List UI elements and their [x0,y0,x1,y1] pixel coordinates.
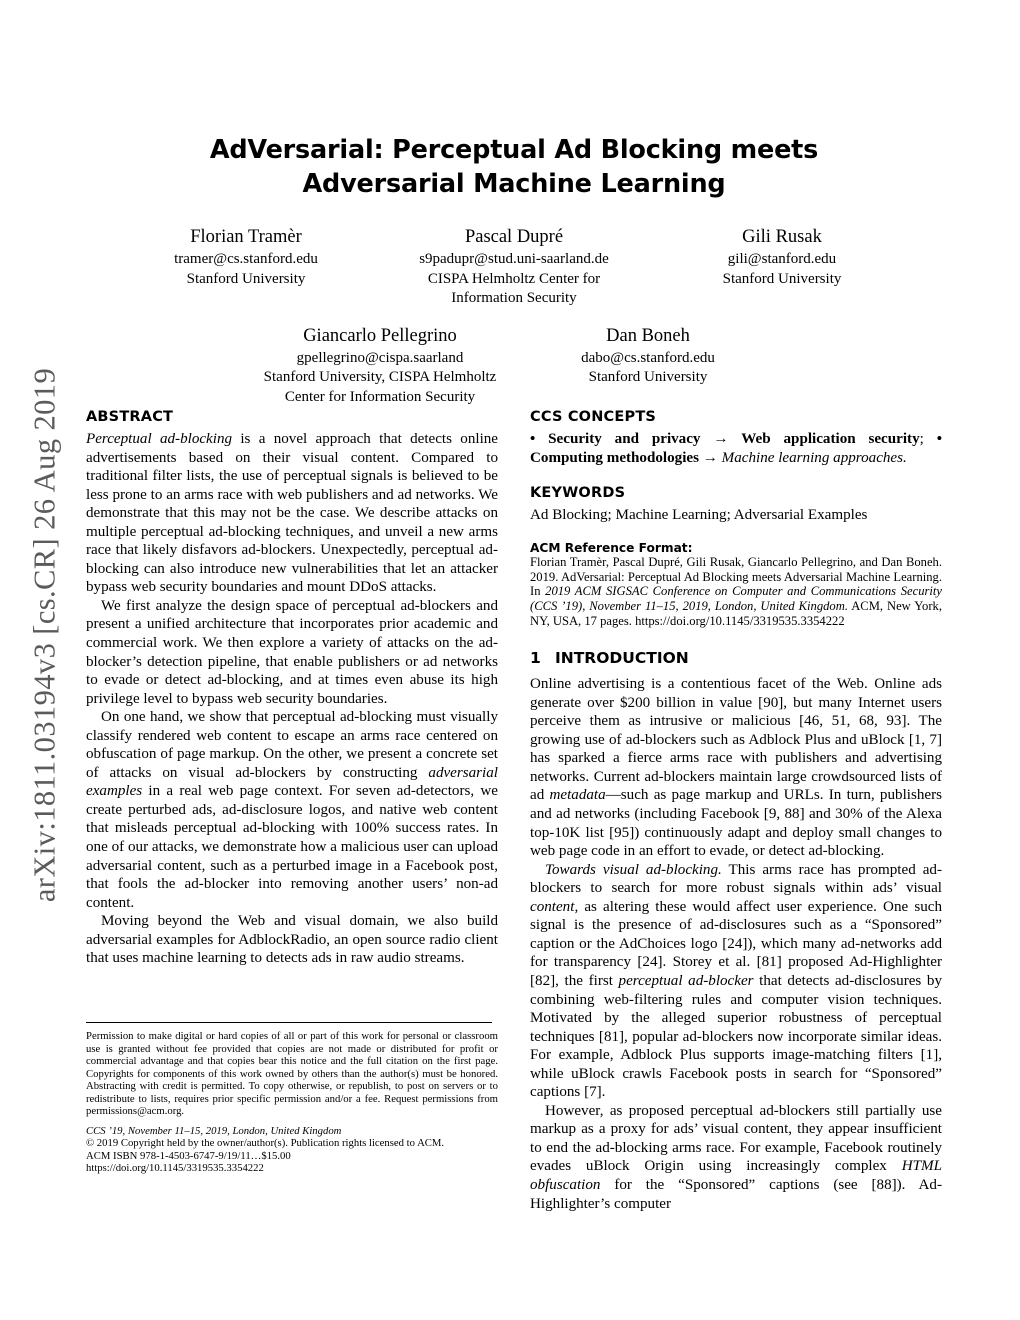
ccs-part-2: Web application security [741,431,920,447]
paper-page: AdVersarial: Perceptual Ad Blocking meet… [86,0,942,1320]
author-row-primary: Florian Tramèr tramer@cs.stanford.edu St… [86,225,942,309]
ccs-part-1: Security and privacy [548,431,701,447]
abstract-paragraph-1: Perceptual ad-blocking is a novel approa… [86,430,498,597]
left-column: ABSTRACT Perceptual ad-blocking is a nov… [86,408,498,968]
abstract-paragraph-4: Moving beyond the Web and visual domain,… [86,913,498,967]
introduction-paragraph-3: However, as proposed perceptual ad-block… [530,1102,942,1213]
ccs-arrow-2: → [702,449,718,466]
author-affiliation: CISPA Helmholtz Center for [427,270,601,287]
author-block: Florian Tramèr tramer@cs.stanford.edu St… [112,225,380,289]
arxiv-stamp: arXiv:1811.03194v3 [cs.CR] 26 Aug 2019 [0,0,90,1320]
acm-reference-format: ACM Reference Format: Florian Tramèr, Pa… [530,541,942,629]
introduction-heading: 1 INTRODUCTION [530,648,942,669]
author-affiliation-cont: Information Security [451,290,577,306]
author-email: dabo@cs.stanford.edu [581,349,715,366]
ccs-concepts-heading: CCS CONCEPTS [530,409,657,425]
author-name: Gili Rusak [742,227,822,247]
page-title: AdVersarial: Perceptual Ad Blocking meet… [194,133,834,201]
page-title-line-2: Adversarial Machine Learning [302,169,726,199]
ccs-semicolon: ; [919,431,924,447]
intro-p3-a: However, as proposed perceptual ad-block… [530,1102,942,1175]
author-block: Gili Rusak gili@stanford.edu Stanford Un… [648,225,916,289]
author-block: Pascal Dupré s9padupr@stud.uni-saarland.… [380,225,648,309]
copyright-isbn: ACM ISBN 978-1-4503-6747-9/19/11…$15.00 [86,1149,291,1162]
introduction-paragraph-1: Online advertising is a contentious face… [530,675,942,860]
copyright-divider [86,1022,492,1023]
right-column: CCS CONCEPTS • Security and privacy → We… [530,408,942,1213]
author-row-secondary: Giancarlo Pellegrino gpellegrino@cispa.s… [86,324,942,408]
author-name: Florian Tramèr [190,227,302,247]
keywords-text: Ad Blocking; Machine Learning; Adversari… [530,507,868,524]
abstract-p3-b: in a real web page context. For seven ad… [86,783,498,911]
author-affiliation: Stanford University [588,369,708,385]
copyright-footnote: Permission to make digital or hard copie… [86,1022,498,1175]
acm-reference-heading: ACM Reference Format: [530,540,693,555]
author-affiliation: Stanford University [186,270,306,287]
intro-p2-lead-italic: Towards visual ad-blocking. [545,861,722,878]
copyright-doi: https://doi.org/10.1145/3319535.3354222 [86,1162,264,1175]
arxiv-stamp-text: arXiv:1811.03194v3 [cs.CR] 26 Aug 2019 [27,367,62,903]
introduction-paragraph-2: Towards visual ad-blocking. This arms ra… [530,861,942,1102]
introduction-section-number: 1 [530,649,541,668]
ccs-part-3: Computing methodologies [530,449,699,466]
author-email: gpellegrino@cispa.saarland [296,349,464,366]
ccs-part-4: Machine learning approaches. [721,449,907,466]
abstract-lead-italic: Perceptual ad-blocking [86,431,233,447]
author-name: Pascal Dupré [464,227,564,247]
abstract-heading: ABSTRACT [86,409,174,425]
author-email: s9padupr@stud.uni-saarland.de [419,251,609,267]
author-affiliation: Stanford University [722,270,842,287]
ccs-bullet-1: • [530,431,536,447]
abstract-paragraph-3: On one hand, we show that perceptual ad-… [86,708,498,912]
intro-p2-c: that detects ad-disclosures by combining… [530,972,943,1101]
ccs-arrow-1: → [713,431,729,447]
author-name: Giancarlo Pellegrino [303,325,457,346]
intro-p1-italic: metadata [549,787,606,804]
author-affiliation-cont: Center for Information Security [284,388,476,405]
author-block: Giancarlo Pellegrino gpellegrino@cispa.s… [246,324,514,408]
author-block: Dan Boneh dabo@cs.stanford.edu Stanford … [514,324,782,388]
intro-p2-italic-2: content [530,898,575,915]
copyright-permission-text: Permission to make digital or hard copie… [86,1030,498,1118]
abstract-paragraph-1-rest: is a novel approach that detects online … [86,431,499,596]
author-name: Dan Boneh [606,325,690,346]
author-email: gili@stanford.edu [727,251,837,267]
author-affiliation: Stanford University, CISPA Helmholtz [263,369,497,385]
intro-p2-italic-3: perceptual ad-blocker [618,972,754,989]
keywords-heading: KEYWORDS [530,485,626,502]
copyright-venue: CCS ’19, November 11–15, 2019, London, U… [86,1124,342,1137]
ccs-bullet-2: • [936,431,942,447]
introduction-heading-label: INTRODUCTION [555,649,689,668]
ccs-concepts-text: • Security and privacy → Web application… [530,430,942,467]
copyright-rights: © 2019 Copyright held by the owner/autho… [86,1137,445,1150]
abstract-paragraph-2: We first analyze the design space of per… [86,597,498,707]
author-email: tramer@cs.stanford.edu [174,251,318,267]
page-title-line-1: AdVersarial: Perceptual Ad Blocking meet… [209,135,819,165]
title-block: AdVersarial: Perceptual Ad Blocking meet… [86,0,942,201]
intro-p1-a: Online advertising is a contentious face… [530,676,942,804]
